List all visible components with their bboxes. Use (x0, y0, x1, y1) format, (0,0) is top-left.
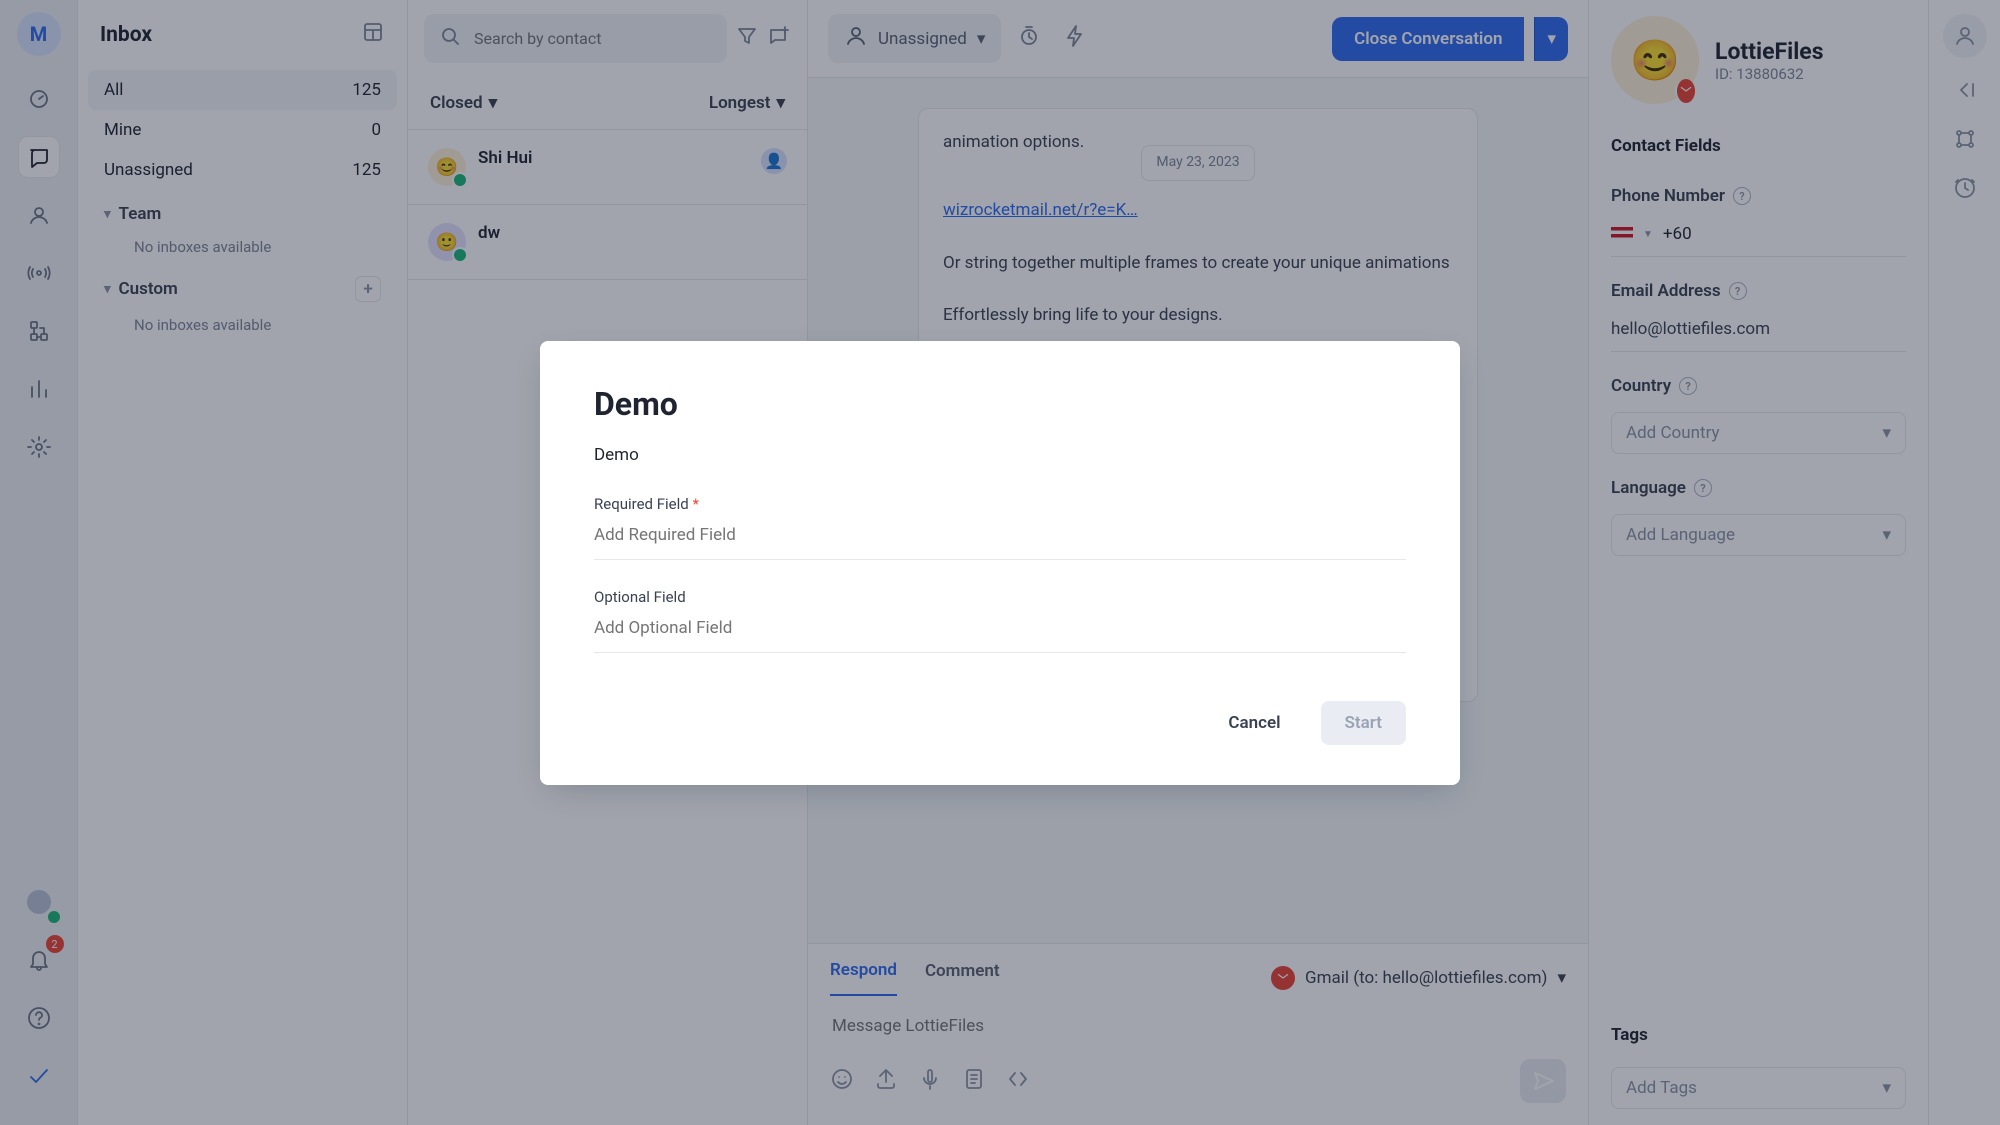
required-field-input[interactable] (594, 513, 1406, 560)
optional-field-label: Optional Field (594, 588, 686, 606)
modal-title: Demo (594, 385, 1406, 423)
optional-field-input[interactable] (594, 606, 1406, 653)
start-button[interactable]: Start (1321, 701, 1406, 745)
required-field-label: Required Field (594, 495, 689, 513)
modal-backdrop[interactable]: Demo Demo Required Field * Optional Fiel… (0, 0, 2000, 1125)
modal-subtitle: Demo (594, 445, 1406, 465)
cancel-button[interactable]: Cancel (1204, 701, 1304, 745)
demo-modal: Demo Demo Required Field * Optional Fiel… (540, 341, 1460, 785)
